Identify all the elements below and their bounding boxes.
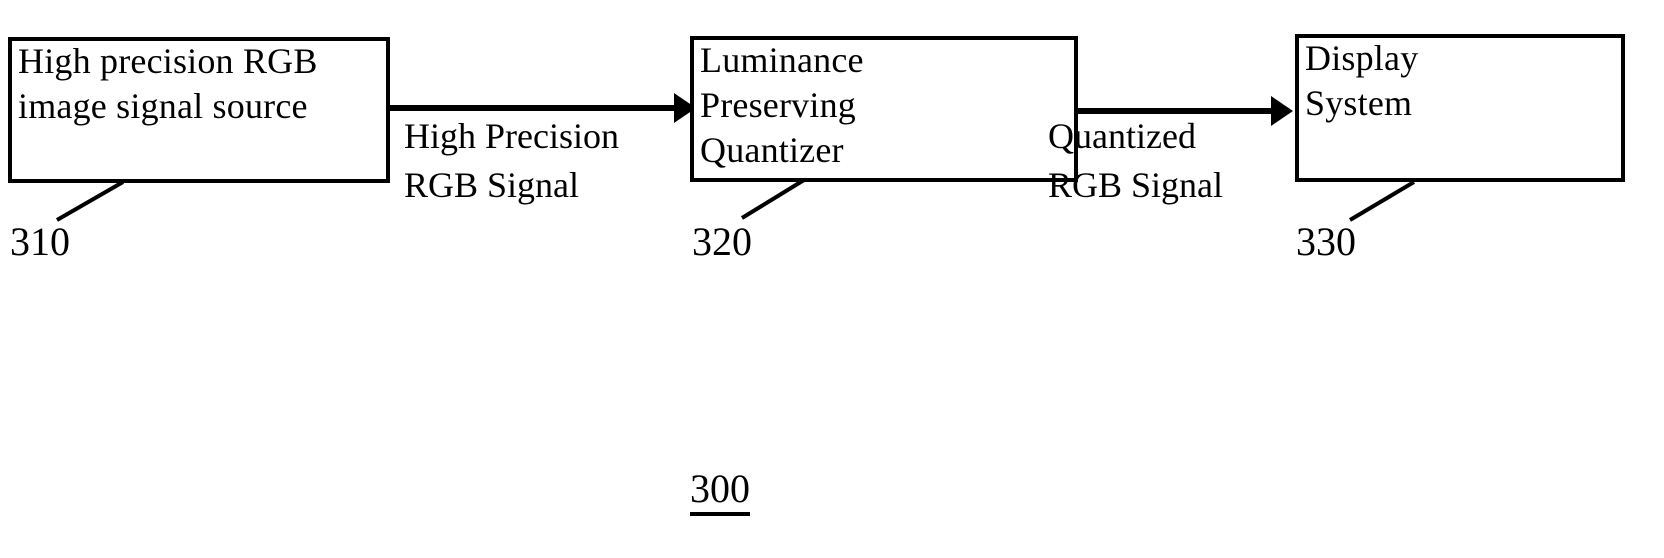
leader-line-310 xyxy=(56,180,124,222)
reference-numeral-320: 320 xyxy=(692,219,752,264)
reference-numeral-330: 330 xyxy=(1296,219,1356,264)
leader-line-320 xyxy=(740,178,806,220)
block-luminance-preserving-quantizer: Luminance Preserving Quantizer xyxy=(690,36,1078,182)
block-display-system: Display System xyxy=(1295,34,1625,182)
figure-number: 300 xyxy=(690,468,750,516)
leader-line-330 xyxy=(1348,180,1416,222)
signal-label-quantized-rgb: Quantized RGB Signal xyxy=(1048,116,1224,205)
figure-canvas: High precision RGB image signal source H… xyxy=(0,0,1664,558)
block-high-precision-rgb-source: High precision RGB image signal source xyxy=(8,37,390,183)
block-label-source: High precision RGB image signal source xyxy=(18,41,318,126)
reference-numeral-310: 310 xyxy=(10,219,70,264)
signal-label-high-precision-rgb: High Precision RGB Signal xyxy=(404,116,619,205)
block-label-quantizer: Luminance Preserving Quantizer xyxy=(700,40,864,170)
block-label-display: Display System xyxy=(1305,38,1419,123)
arrow-source-to-quantizer xyxy=(390,105,676,111)
